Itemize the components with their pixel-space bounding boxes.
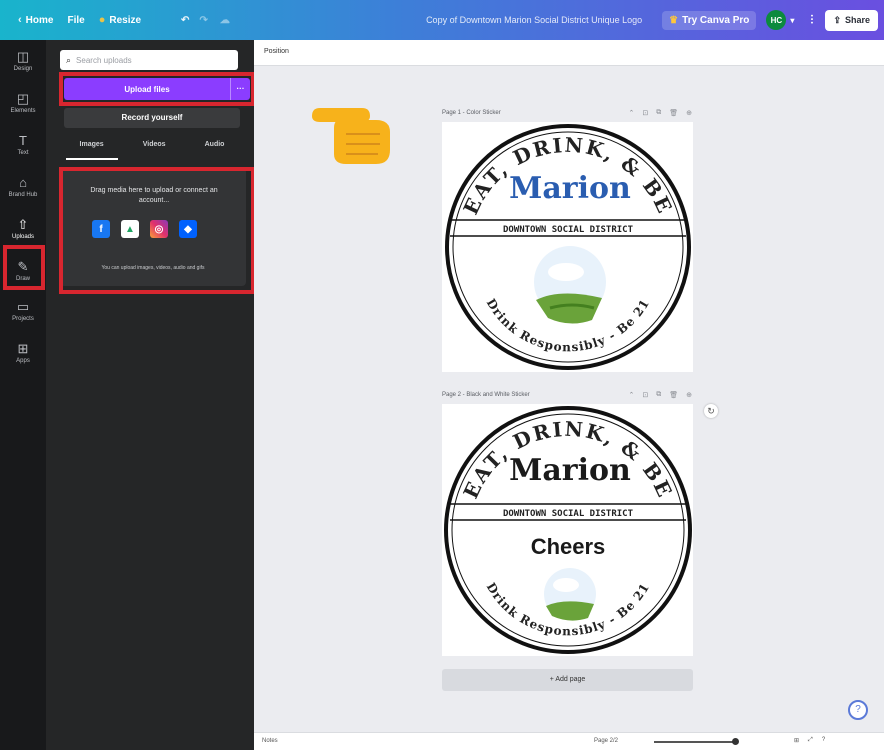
search-input[interactable]: ⌕ Search uploads (60, 50, 238, 70)
brand-text: Marion (509, 453, 631, 488)
undo-icon[interactable]: ↶ (181, 15, 189, 26)
page-1[interactable]: EAT, DRINK, & BE Marion DOWNTOWN SOCIAL … (442, 122, 693, 372)
resize-button[interactable]: ● Resize (99, 14, 141, 26)
rail-label: Projects (12, 316, 34, 322)
grid-view-icon[interactable]: ⊞ (794, 737, 799, 744)
zoom-slider[interactable] (654, 741, 734, 743)
rail-item-projects[interactable]: ▭ Projects (0, 299, 46, 323)
crown-icon: ♛ (669, 14, 679, 26)
tab-images[interactable]: Images (65, 138, 118, 160)
rail-item-apps[interactable]: ⊞ Apps (0, 341, 46, 365)
landscape-emblem (534, 246, 606, 324)
chevron-up-icon[interactable]: ⌃ (628, 391, 634, 399)
landscape-emblem (544, 568, 596, 621)
rail-label: Design (13, 66, 33, 72)
page-header-1: Page 1 - Color Sticker ⌃ ⊡ ⧉ 🗑 ⊕ (442, 106, 692, 120)
help-icon[interactable]: ? (848, 700, 868, 720)
band-text: DOWNTOWN SOCIAL DISTRICT (503, 509, 634, 519)
sticker-color: EAT, DRINK, & BE Marion DOWNTOWN SOCIAL … (445, 124, 691, 370)
band-text: DOWNTOWN SOCIAL DISTRICT (503, 225, 634, 235)
top-bar: ‹ Home File ● Resize ↶ ↷ ☁ Copy of Downt… (0, 0, 884, 40)
search-placeholder: Search uploads (76, 55, 132, 65)
resize-label: Resize (109, 14, 142, 26)
layout-icon: ◫ (16, 49, 30, 64)
rail-label: Uploads (11, 234, 34, 240)
rail-item-uploads[interactable]: ⇧ Uploads (0, 217, 46, 241)
add-page-icon[interactable]: ⊕ (686, 391, 692, 399)
lock-icon[interactable]: ⊡ (642, 109, 648, 117)
trash-icon[interactable]: 🗑 (669, 109, 678, 117)
add-page-icon[interactable]: ⊕ (686, 109, 692, 117)
add-page-button[interactable]: + Add page (442, 669, 693, 691)
context-toolbar: Position (254, 40, 884, 66)
design-title[interactable]: Copy of Downtown Marion Social District … (426, 15, 642, 25)
editor-canvas: Position Page 1 - Color Sticker ⌃ ⊡ ⧉ 🗑 … (254, 40, 884, 750)
fullscreen-icon[interactable]: ⤢ (808, 737, 813, 744)
zoom-slider-handle[interactable] (732, 738, 739, 745)
refresh-icon[interactable]: ↻ (704, 404, 718, 418)
shapes-icon: ◰ (16, 91, 30, 106)
analytics-icon[interactable]: ⫶ (810, 13, 813, 28)
help-circle-icon[interactable]: ? (822, 737, 825, 744)
rail-label: Elements (10, 108, 36, 114)
chevron-up-icon[interactable]: ⌃ (628, 109, 634, 117)
upload-icon: ⇧ (17, 217, 29, 232)
file-menu[interactable]: File (67, 15, 84, 26)
media-tabs: Images Videos Audio (60, 138, 244, 160)
view-controls: ⊞ ⤢ ? (794, 737, 825, 744)
sticker-bw: EAT, DRINK, & BE Marion DOWNTOWN SOCIAL … (444, 406, 692, 654)
rail-item-brand-hub[interactable]: ⌂ Brand Hub (0, 175, 46, 199)
search-icon: ⌕ (66, 54, 72, 65)
avatar[interactable]: HC (766, 10, 787, 30)
share-label: Share (844, 15, 870, 25)
tab-audio[interactable]: Audio (205, 138, 225, 156)
left-rail: ◫ Design ◰ Elements T Text ⌂ Brand Hub ⇧… (0, 40, 46, 750)
uploads-panel: ⌕ Search uploads Upload files ··· Record… (46, 40, 255, 750)
pointing-hand-icon (312, 108, 390, 164)
redo-icon[interactable]: ↷ (199, 15, 207, 26)
rail-item-text[interactable]: T Text (0, 133, 46, 157)
cheers-text: Cheers (531, 534, 606, 559)
rail-label: Brand Hub (8, 192, 38, 198)
page-count: Page 2/2 (594, 738, 619, 744)
duplicate-icon[interactable]: ⧉ (656, 391, 661, 399)
notes-button[interactable]: Notes (262, 738, 278, 744)
upload-highlight-box (59, 72, 255, 106)
try-pro-label: Try Canva Pro (682, 14, 750, 26)
try-pro-button[interactable]: ♛ Try Canva Pro (662, 10, 757, 30)
page-label[interactable]: Page 2 - Black and White Sticker (442, 392, 530, 398)
text-icon: T (19, 133, 27, 148)
duplicate-icon[interactable]: ⧉ (656, 109, 661, 117)
home-label: Home (25, 14, 54, 26)
share-button[interactable]: ⇪ Share (825, 9, 878, 31)
page-2[interactable]: EAT, DRINK, & BE Marion DOWNTOWN SOCIAL … (442, 404, 693, 656)
rail-item-design[interactable]: ◫ Design (0, 49, 46, 73)
folder-icon: ▭ (16, 299, 30, 314)
cloud-save-icon: ☁ (219, 14, 230, 26)
brand-icon: ⌂ (19, 175, 27, 190)
tab-videos[interactable]: Videos (143, 138, 166, 156)
page-header-2: Page 2 - Black and White Sticker ⌃ ⊡ ⧉ 🗑… (442, 388, 692, 402)
rail-label: Apps (16, 358, 30, 364)
position-button[interactable]: Position (264, 48, 289, 55)
crown-icon: ● (98, 14, 106, 26)
trash-icon[interactable]: 🗑 (669, 391, 678, 399)
chevron-left-icon: ‹ (18, 14, 22, 26)
uploads-highlight-box (3, 245, 45, 290)
bottom-bar: Notes Page 2/2 ⊞ ⤢ ? (254, 732, 884, 750)
grid-icon: ⊞ (17, 341, 29, 356)
page-actions: ⌃ ⊡ ⧉ 🗑 ⊕ (628, 109, 692, 117)
home-button[interactable]: ‹ Home (18, 14, 53, 26)
rail-item-elements[interactable]: ◰ Elements (0, 91, 46, 115)
drop-zone-highlight-box (59, 167, 255, 294)
file-label: File (67, 14, 85, 26)
brand-text: Marion (509, 171, 631, 206)
share-icon: ⇪ (833, 14, 841, 25)
page-actions: ⌃ ⊡ ⧉ 🗑 ⊕ (628, 391, 692, 399)
lock-icon[interactable]: ⊡ (642, 391, 648, 399)
page-label[interactable]: Page 1 - Color Sticker (442, 110, 501, 116)
rail-label: Text (17, 150, 29, 156)
record-yourself-button[interactable]: Record yourself (64, 108, 240, 128)
chevron-down-icon[interactable]: ▾ (790, 16, 794, 25)
